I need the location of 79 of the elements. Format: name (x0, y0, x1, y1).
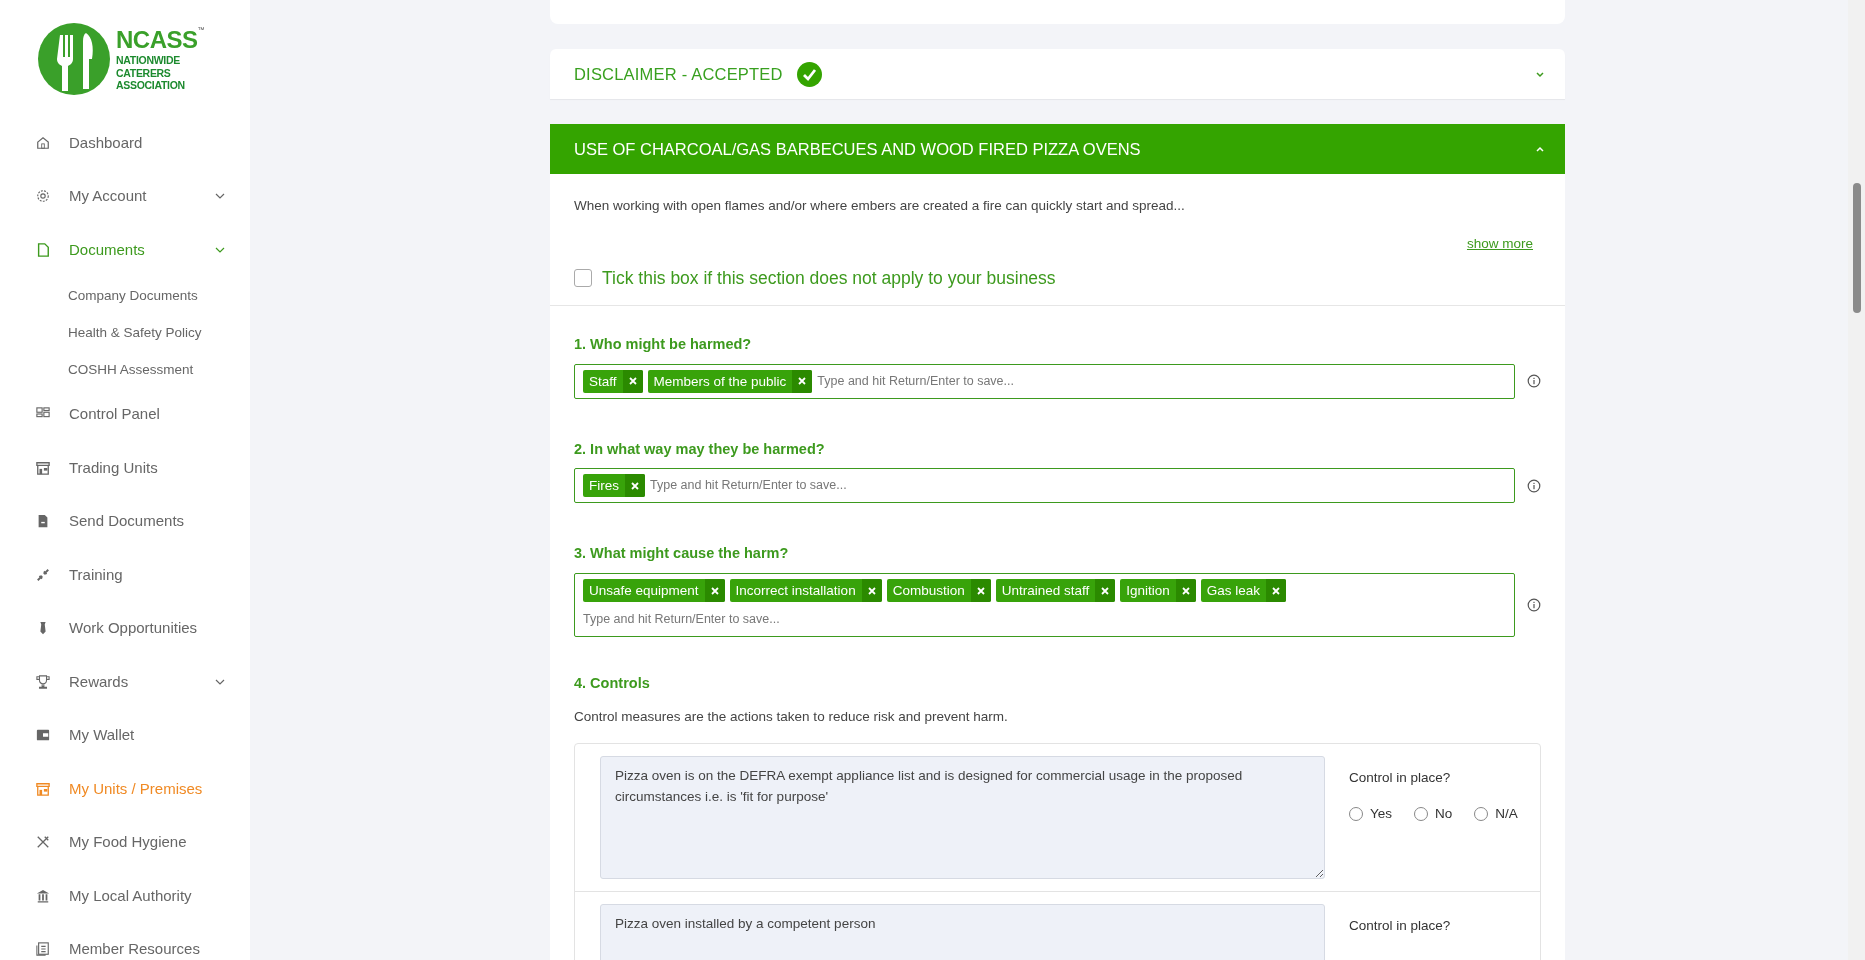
close-icon (710, 586, 719, 595)
tag: Untrained staff (995, 579, 1116, 602)
tag: Unsafe equipment (583, 579, 725, 602)
wallet-icon (36, 728, 50, 743)
tag: Staff (583, 369, 643, 393)
sidebar-item[interactable]: Rewards (0, 655, 250, 709)
tag: Incorrect installation (729, 579, 882, 602)
question-title: 3. What might cause the harm? (574, 544, 790, 564)
sidebar-item[interactable]: Send Documents (0, 494, 250, 548)
sidebar-item[interactable]: Trading Units (0, 441, 250, 495)
description-text: Control measures are the actions taken to reduce risk and prevent harm. (574, 707, 1009, 726)
checkbox-label: Tick this box if this section does not apply to your business (602, 266, 1056, 290)
sidebar-item[interactable]: Documents (0, 223, 250, 277)
info-icon (1527, 597, 1541, 612)
tag-input-field[interactable]: Unsafe equipment Incorrect installation Combustion Untrained staff Ignition Gas leak Type and hit Return/Enter to save... (574, 573, 1515, 637)
logo-icon (38, 23, 110, 95)
question-title: 1. Who might be harmed? (574, 334, 753, 354)
info-icon (1527, 478, 1541, 493)
remove-tag-button[interactable] (704, 579, 725, 602)
control-text-area[interactable]: Pizza oven is on the DEFRA exempt appliance list and is designed for commercial usage in the proposed circumstances i.e. is 'fit for purpose' (600, 755, 1325, 879)
home-icon (36, 135, 50, 150)
remove-tag-button[interactable] (1266, 579, 1287, 602)
question-title: 2. In what way may they be harmed? (574, 439, 826, 459)
close-icon (631, 481, 639, 490)
tag: Fires (583, 474, 645, 498)
tag: Combustion (886, 579, 991, 602)
control-text-area[interactable]: Pizza oven installed by a competent person (600, 903, 1325, 960)
close-icon (1272, 586, 1281, 595)
radio-option[interactable]: N/A (1474, 804, 1518, 825)
remove-tag-button[interactable] (861, 579, 882, 602)
sidebar-item[interactable]: Work Opportunities (0, 601, 250, 655)
section-header[interactable]: USE OF CHARCOAL/GAS BARBECUES AND WOOD FIRED PIZZA OVENS (550, 124, 1565, 174)
sidebar-item[interactable]: My Wallet (0, 708, 250, 762)
remove-tag-button[interactable] (1175, 579, 1196, 602)
sidebar-item[interactable]: Member Resources (0, 922, 250, 960)
sidebar-subitem[interactable]: Health & Safety Policy (0, 313, 250, 351)
remove-tag-button[interactable] (622, 369, 643, 393)
sidebar-subitem[interactable]: Company Documents (0, 276, 250, 314)
tag: Members of the public (647, 369, 813, 393)
trophy-icon (36, 674, 50, 689)
sidebar-item[interactable]: My Food Hygiene (0, 815, 250, 869)
utensils-icon (36, 835, 50, 850)
remove-tag-button[interactable] (792, 369, 813, 393)
bank-icon (36, 888, 50, 903)
sidebar-subitem[interactable]: COSHH Assessment (0, 350, 250, 388)
file-icon (36, 514, 50, 529)
close-icon (976, 586, 985, 595)
radio-option[interactable]: Yes (1349, 804, 1393, 825)
shop-icon (36, 781, 50, 796)
close-icon (798, 377, 807, 385)
newspaper-icon (36, 942, 50, 957)
sidebar-item[interactable]: Training (0, 548, 250, 602)
shop-icon (36, 460, 50, 475)
checkbox[interactable] (574, 268, 592, 287)
close-icon (1101, 586, 1110, 595)
section-title: 4. Controls (574, 673, 651, 693)
sidebar-item[interactable]: My Account (0, 169, 250, 223)
remove-tag-button[interactable] (970, 579, 991, 602)
remove-tag-button[interactable] (1095, 579, 1116, 602)
intro-text: When working with open flames and/or where embers are created a fire can quickly start and spread... (574, 198, 1185, 213)
tag: Ignition (1120, 579, 1196, 602)
tag-input-field[interactable]: Staff Members of the public Type and hit Return/Enter to save... (574, 363, 1515, 399)
tag-input-field[interactable]: Fires Type and hit Return/Enter to save... (574, 468, 1515, 504)
close-icon (628, 377, 637, 385)
close-icon (1181, 586, 1190, 595)
accordion-header[interactable]: DISCLAIMER - ACCEPTED (550, 49, 1565, 99)
tag: Gas leak (1200, 579, 1287, 602)
remove-tag-button[interactable] (625, 474, 645, 498)
document-icon (36, 242, 50, 257)
sidebar-item[interactable]: My Local Authority (0, 869, 250, 923)
question-label: Control in place? (1349, 916, 1451, 935)
scrollbar[interactable] (1848, 0, 1865, 960)
show-more-link[interactable]: show more (1466, 234, 1533, 255)
question-label: Control in place? (1349, 768, 1452, 787)
info-icon (1527, 374, 1541, 388)
close-icon (867, 586, 876, 595)
sidebar-item[interactable]: Control Panel (0, 387, 250, 441)
sidebar-item[interactable]: Dashboard (0, 116, 250, 170)
radio-option[interactable]: No (1414, 804, 1453, 825)
